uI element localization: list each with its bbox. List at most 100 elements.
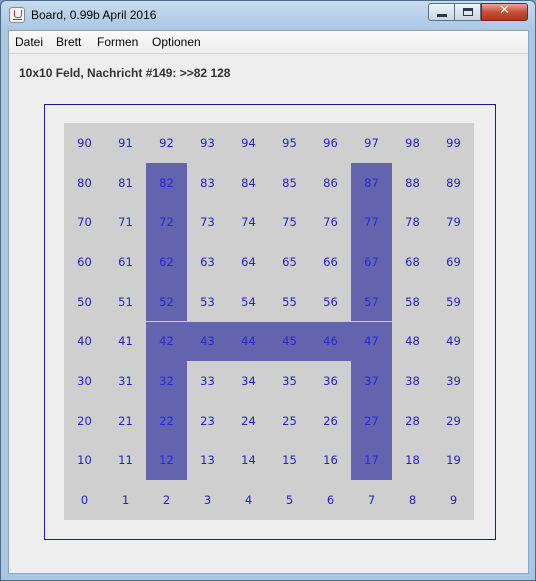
board-cell-13[interactable]: 13 — [187, 441, 228, 481]
menu-datei[interactable]: Datei — [15, 35, 43, 49]
board-cell-10[interactable]: 10 — [64, 441, 105, 481]
board-cell-61[interactable]: 61 — [105, 242, 146, 282]
board-cell-35[interactable]: 35 — [269, 361, 310, 401]
close-button[interactable]: ✕ — [481, 3, 528, 21]
board-cell-55[interactable]: 55 — [269, 282, 310, 322]
board-cell-84[interactable]: 84 — [228, 163, 269, 203]
board-cell-53[interactable]: 53 — [187, 282, 228, 322]
board-cell-56[interactable]: 56 — [310, 282, 351, 322]
board-cell-31[interactable]: 31 — [105, 361, 146, 401]
board-cell-68[interactable]: 68 — [392, 242, 433, 282]
board-cell-24[interactable]: 24 — [228, 401, 269, 441]
board-cell-25[interactable]: 25 — [269, 401, 310, 441]
board-cell-7[interactable]: 7 — [351, 480, 392, 520]
board-cell-46[interactable]: 46 — [310, 321, 351, 362]
board-cell-3[interactable]: 3 — [187, 480, 228, 520]
board-cell-60[interactable]: 60 — [64, 242, 105, 282]
board-cell-26[interactable]: 26 — [310, 401, 351, 441]
board-cell-89[interactable]: 89 — [433, 163, 474, 203]
board-cell-42[interactable]: 42 — [146, 321, 187, 362]
board-cell-1[interactable]: 1 — [105, 480, 146, 520]
board-cell-44[interactable]: 44 — [228, 321, 269, 362]
board-cell-81[interactable]: 81 — [105, 163, 146, 203]
board-cell-43[interactable]: 43 — [187, 321, 228, 362]
board-cell-6[interactable]: 6 — [310, 480, 351, 520]
board-cell-23[interactable]: 23 — [187, 401, 228, 441]
minimize-button[interactable] — [428, 3, 455, 21]
board-cell-34[interactable]: 34 — [228, 361, 269, 401]
board-cell-59[interactable]: 59 — [433, 282, 474, 322]
board-cell-80[interactable]: 80 — [64, 163, 105, 203]
menu-formen[interactable]: Formen — [97, 35, 138, 49]
board-cell-79[interactable]: 79 — [433, 202, 474, 242]
board-cell-8[interactable]: 8 — [392, 480, 433, 520]
board-cell-52[interactable]: 52 — [146, 281, 187, 322]
board-cell-14[interactable]: 14 — [228, 441, 269, 481]
board-cell-21[interactable]: 21 — [105, 401, 146, 441]
board-cell-65[interactable]: 65 — [269, 242, 310, 282]
board-cell-28[interactable]: 28 — [392, 401, 433, 441]
board-cell-4[interactable]: 4 — [228, 480, 269, 520]
board-cell-51[interactable]: 51 — [105, 282, 146, 322]
board-cell-2[interactable]: 2 — [146, 480, 187, 520]
board-cell-57[interactable]: 57 — [351, 281, 392, 322]
board-cell-9[interactable]: 9 — [433, 480, 474, 520]
board-cell-58[interactable]: 58 — [392, 282, 433, 322]
board-cell-45[interactable]: 45 — [269, 321, 310, 362]
board-cell-96[interactable]: 96 — [310, 123, 351, 163]
board-cell-77[interactable]: 77 — [351, 202, 392, 243]
board-cell-32[interactable]: 32 — [146, 361, 187, 401]
board-cell-30[interactable]: 30 — [64, 361, 105, 401]
board-cell-66[interactable]: 66 — [310, 242, 351, 282]
board-cell-39[interactable]: 39 — [433, 361, 474, 401]
board-cell-18[interactable]: 18 — [392, 441, 433, 481]
board-cell-90[interactable]: 90 — [64, 123, 105, 163]
board-cell-76[interactable]: 76 — [310, 202, 351, 242]
maximize-button[interactable] — [454, 3, 481, 21]
board-cell-70[interactable]: 70 — [64, 202, 105, 242]
board-cell-97[interactable]: 97 — [351, 123, 392, 163]
board-cell-19[interactable]: 19 — [433, 441, 474, 481]
board-cell-93[interactable]: 93 — [187, 123, 228, 163]
board-cell-40[interactable]: 40 — [64, 322, 105, 362]
board-cell-98[interactable]: 98 — [392, 123, 433, 163]
board-cell-71[interactable]: 71 — [105, 202, 146, 242]
board-cell-92[interactable]: 92 — [146, 123, 187, 163]
board-cell-54[interactable]: 54 — [228, 282, 269, 322]
board-cell-87[interactable]: 87 — [351, 162, 392, 203]
board-cell-38[interactable]: 38 — [392, 361, 433, 401]
board-cell-16[interactable]: 16 — [310, 441, 351, 481]
board-cell-95[interactable]: 95 — [269, 123, 310, 163]
board-cell-78[interactable]: 78 — [392, 202, 433, 242]
board-cell-74[interactable]: 74 — [228, 202, 269, 242]
menu-brett[interactable]: Brett — [56, 35, 81, 49]
board-cell-29[interactable]: 29 — [433, 401, 474, 441]
board-cell-33[interactable]: 33 — [187, 361, 228, 401]
board-cell-47[interactable]: 47 — [351, 321, 392, 362]
board-cell-20[interactable]: 20 — [64, 401, 105, 441]
board-cell-41[interactable]: 41 — [105, 322, 146, 362]
board-cell-91[interactable]: 91 — [105, 123, 146, 163]
board-cell-5[interactable]: 5 — [269, 480, 310, 520]
board-cell-36[interactable]: 36 — [310, 361, 351, 401]
java-cup-icon[interactable] — [9, 7, 25, 23]
board-cell-11[interactable]: 11 — [105, 441, 146, 481]
board-cell-50[interactable]: 50 — [64, 282, 105, 322]
board-cell-62[interactable]: 62 — [146, 242, 187, 282]
board-cell-22[interactable]: 22 — [146, 400, 187, 441]
board-cell-0[interactable]: 0 — [64, 480, 105, 520]
board-cell-72[interactable]: 72 — [146, 202, 187, 243]
board-cell-63[interactable]: 63 — [187, 242, 228, 282]
board-cell-94[interactable]: 94 — [228, 123, 269, 163]
board-cell-27[interactable]: 27 — [351, 400, 392, 441]
board-cell-64[interactable]: 64 — [228, 242, 269, 282]
board-cell-75[interactable]: 75 — [269, 202, 310, 242]
board-cell-73[interactable]: 73 — [187, 202, 228, 242]
board-grid[interactable]: 90 91 92 93 94 95 96 97 98 99 80 81 82 83 84 85 86 87 88 89… — [64, 123, 474, 520]
menu-optionen[interactable]: Optionen — [152, 35, 201, 49]
board-cell-82[interactable]: 82 — [146, 162, 187, 203]
title-bar[interactable]: Board, 0.99b April 2016 ✕ — [1, 1, 535, 30]
board-cell-86[interactable]: 86 — [310, 163, 351, 203]
board-cell-12[interactable]: 12 — [146, 440, 187, 481]
board-cell-85[interactable]: 85 — [269, 163, 310, 203]
